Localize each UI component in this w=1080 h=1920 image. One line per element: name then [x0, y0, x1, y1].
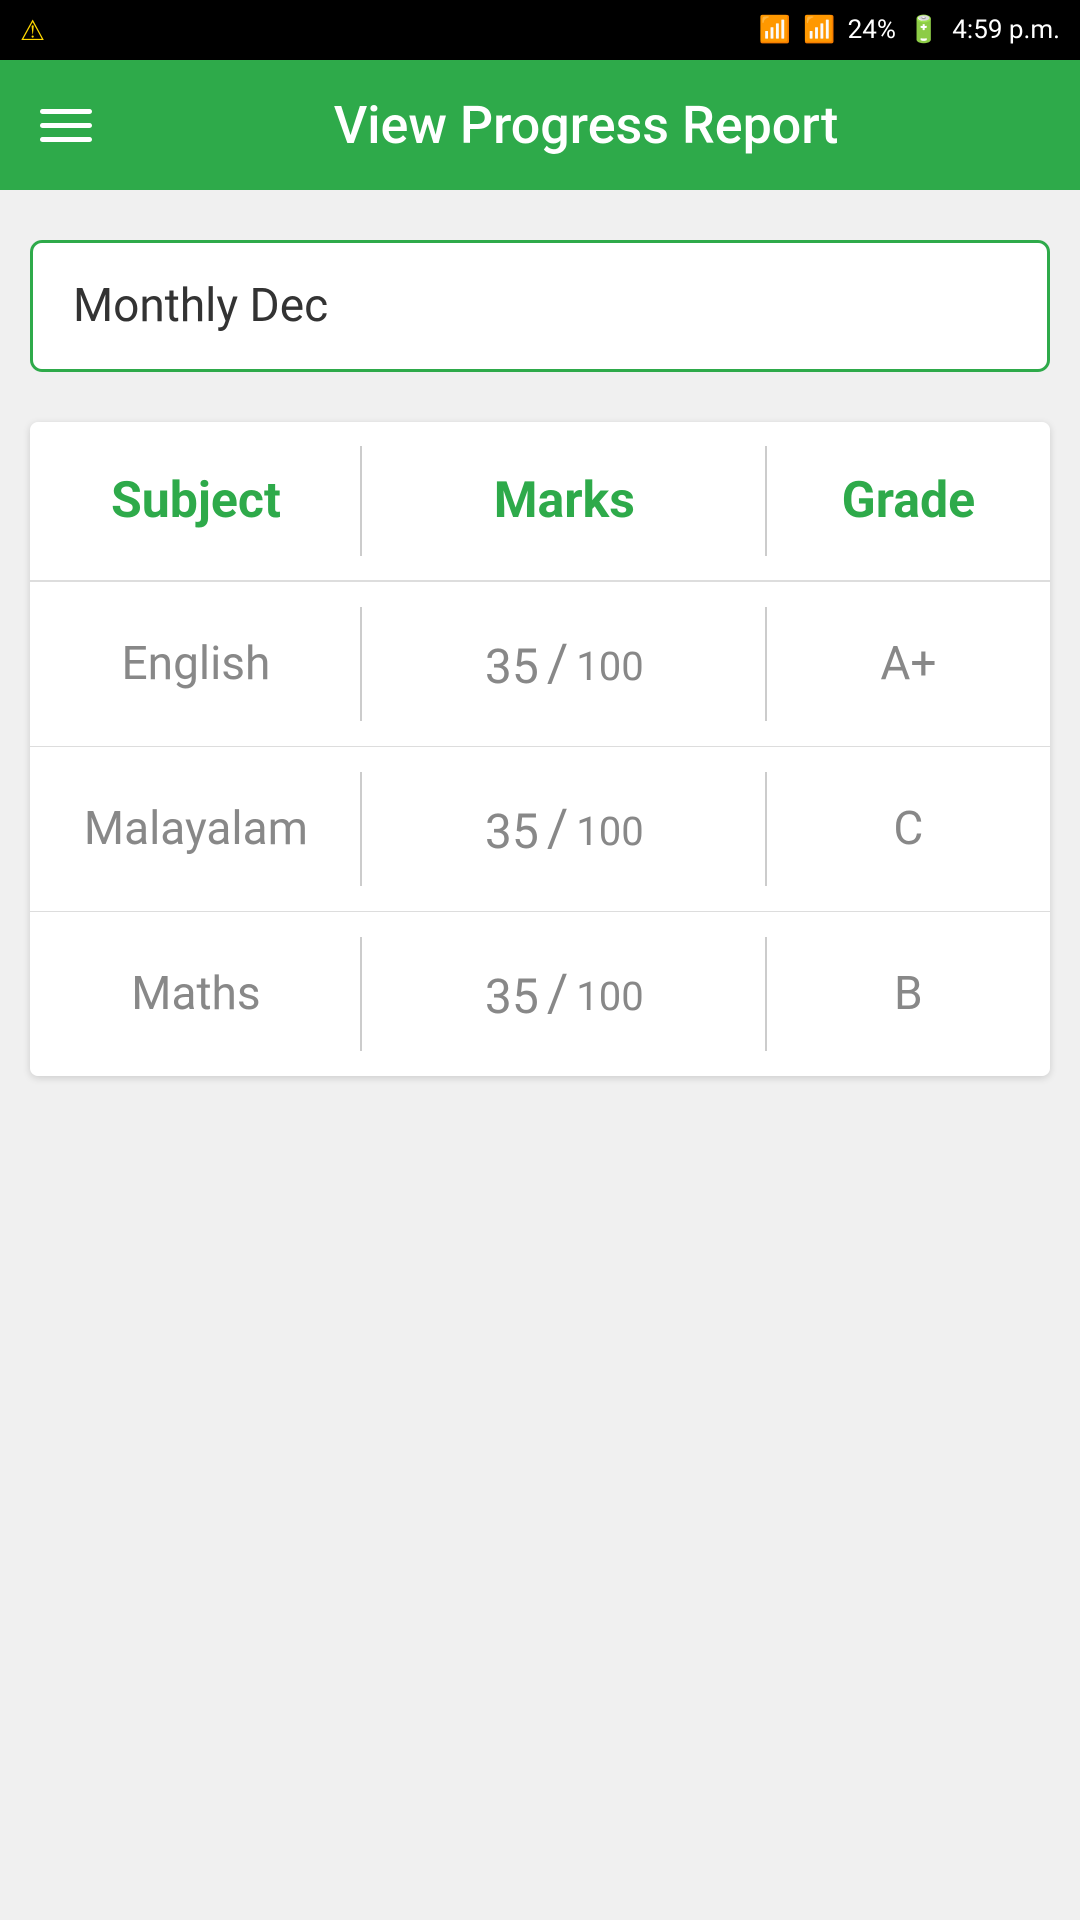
grade-value: B	[894, 967, 923, 1021]
row-maths-marks: 35 / 100	[362, 912, 767, 1076]
app-bar: View Progress Report	[0, 60, 1080, 190]
marks-denominator: 100	[576, 977, 643, 1017]
marks-denominator: 100	[576, 812, 643, 852]
row-maths-subject: Maths	[30, 912, 362, 1076]
marks-numerator: 35	[485, 643, 539, 691]
row-english-grade: A+	[767, 582, 1050, 746]
filter-value: Monthly Dec	[73, 279, 328, 333]
row-english-subject: English	[30, 582, 362, 746]
hamburger-menu-icon[interactable]	[40, 109, 92, 142]
subject-name: Maths	[131, 967, 260, 1021]
marks-numerator: 35	[485, 808, 539, 856]
row-malayalam-subject: Malayalam	[30, 747, 362, 911]
marks-slash: /	[547, 803, 568, 855]
progress-table: Subject Marks Grade English 35 / 100	[30, 422, 1050, 1076]
row-maths-grade: B	[767, 912, 1050, 1076]
row-english-marks: 35 / 100	[362, 582, 767, 746]
marks-display: 35 / 100	[485, 803, 644, 856]
table-row: Maths 35 / 100 B	[30, 912, 1050, 1076]
battery-icon: 🔋	[908, 15, 940, 45]
marks-slash: /	[547, 638, 568, 690]
header-marks: Marks	[362, 422, 767, 580]
table-row: English 35 / 100 A+	[30, 582, 1050, 747]
header-grade: Grade	[767, 422, 1050, 580]
wifi-icon: 📶	[759, 15, 791, 45]
hamburger-line-1	[40, 109, 92, 114]
main-content: Monthly Dec Subject Marks Grade English …	[0, 190, 1080, 1126]
status-bar-right: 📶 📶 24% 🔋 4:59 p.m.	[759, 15, 1060, 45]
grade-value: A+	[880, 637, 936, 691]
marks-denominator: 100	[576, 647, 643, 687]
hamburger-line-3	[40, 137, 92, 142]
hamburger-line-2	[40, 123, 92, 128]
battery-percent: 24%	[848, 15, 896, 45]
marks-display: 35 / 100	[485, 638, 644, 691]
signal-icon: 📶	[803, 15, 835, 45]
row-malayalam-marks: 35 / 100	[362, 747, 767, 911]
time-display: 4:59 p.m.	[952, 15, 1060, 45]
subject-name: Malayalam	[84, 802, 308, 856]
subject-name: English	[122, 637, 271, 691]
row-malayalam-grade: C	[767, 747, 1050, 911]
filter-box[interactable]: Monthly Dec	[30, 240, 1050, 372]
marks-display: 35 / 100	[485, 968, 644, 1021]
header-subject: Subject	[30, 422, 362, 580]
grade-value: C	[893, 802, 923, 856]
page-title: View Progress Report	[132, 95, 1040, 156]
status-bar-left: ⚠	[20, 14, 45, 47]
table-header-row: Subject Marks Grade	[30, 422, 1050, 582]
status-bar: ⚠ 📶 📶 24% 🔋 4:59 p.m.	[0, 0, 1080, 60]
table-row: Malayalam 35 / 100 C	[30, 747, 1050, 912]
marks-slash: /	[547, 968, 568, 1020]
marks-numerator: 35	[485, 973, 539, 1021]
warning-icon: ⚠	[20, 14, 45, 47]
